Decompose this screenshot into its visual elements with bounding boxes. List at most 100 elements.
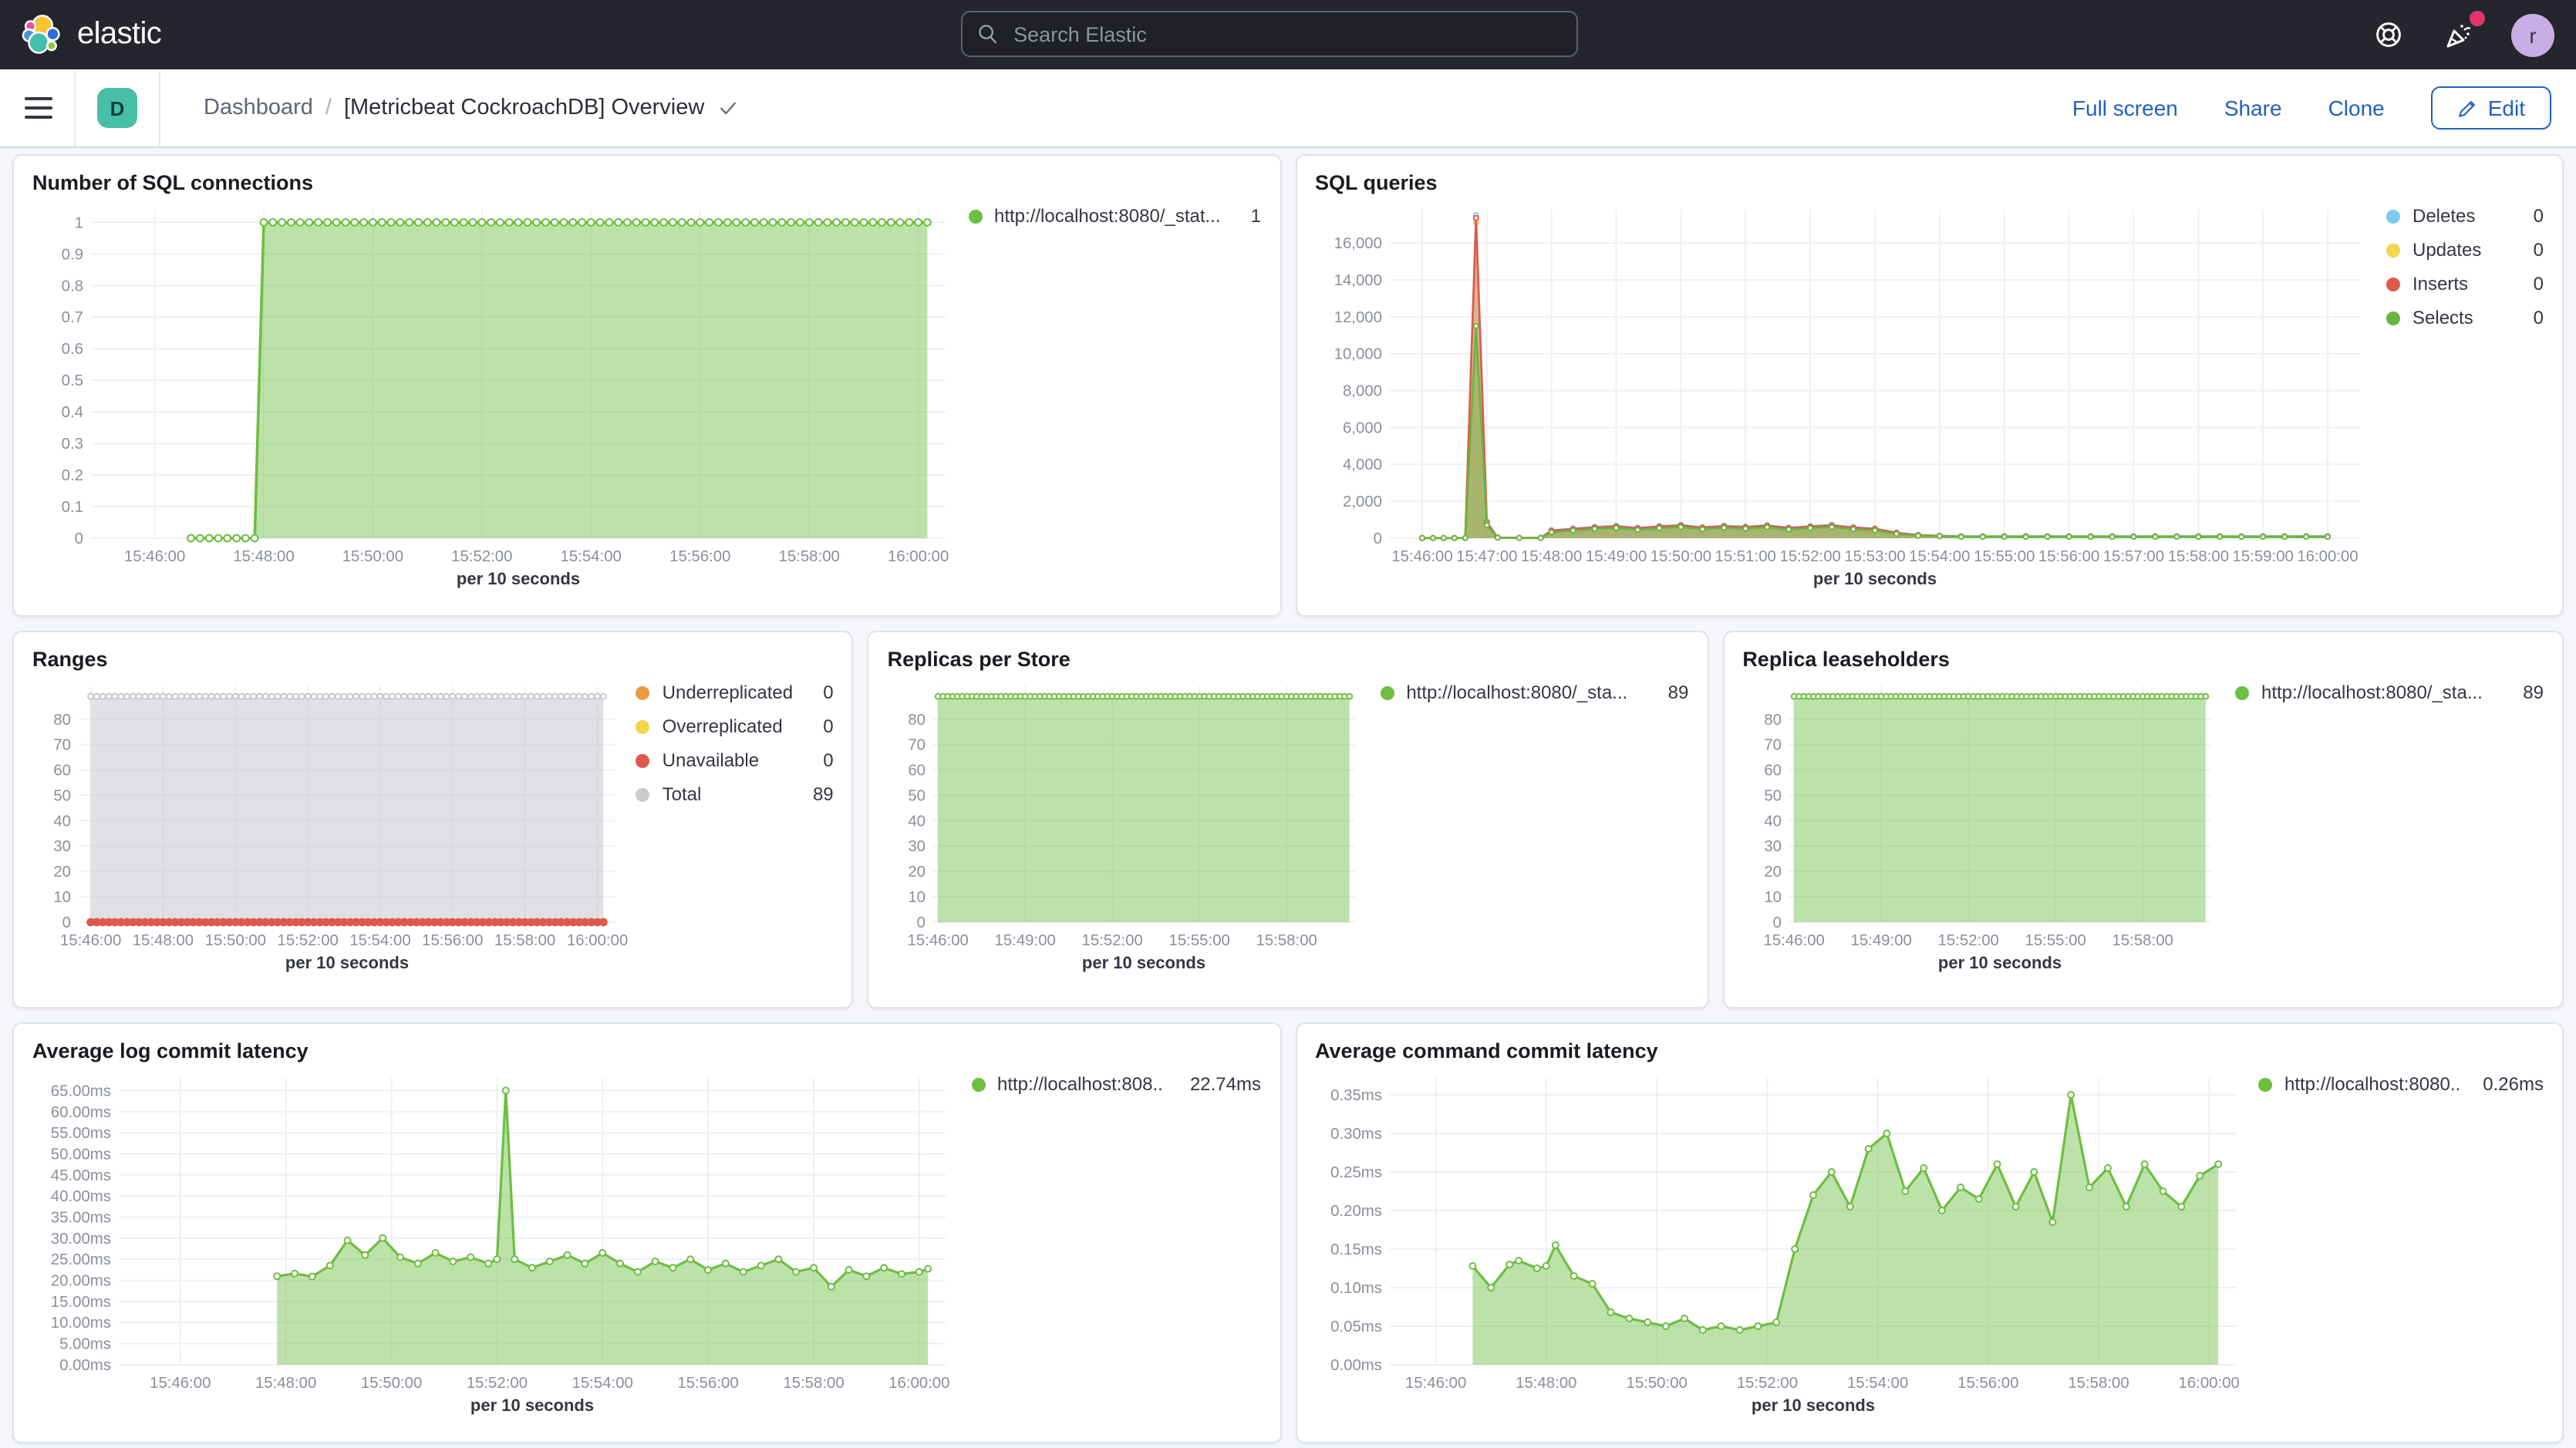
svg-text:0.1: 0.1 [62,499,83,516]
pencil-icon [2457,98,2477,118]
legend-item[interactable]: Underreplicated0 [636,682,834,703]
edit-button[interactable]: Edit [2431,86,2551,130]
panel-title: Replicas per Store [888,648,1689,671]
svg-text:15:53:00: 15:53:00 [1843,548,1904,565]
breadcrumb-separator: / [325,96,332,120]
svg-text:15:48:00: 15:48:00 [255,1375,316,1392]
breadcrumb-dashboard-link[interactable]: Dashboard [204,96,313,120]
svg-text:5.00ms: 5.00ms [59,1336,111,1353]
clone-button[interactable]: Clone [2328,96,2385,120]
legend-label: Deletes [2412,205,2475,227]
svg-text:0.3: 0.3 [62,436,83,453]
user-avatar[interactable]: r [2511,13,2554,56]
legend-item[interactable]: Overreplicated0 [636,716,834,737]
top-navigation-bar: elastic [0,0,2576,69]
svg-text:15:54:00: 15:54:00 [1846,1375,1907,1392]
chart-sql-queries[interactable]: 02,0004,0006,0008,00010,00012,00014,0001… [1315,197,2372,591]
svg-text:15:58:00: 15:58:00 [2112,932,2173,949]
svg-text:40: 40 [909,813,926,830]
svg-text:15:50:00: 15:50:00 [205,932,266,949]
legend-value: 0 [2521,205,2544,227]
svg-text:20.00ms: 20.00ms [51,1273,111,1290]
chart-replica-leaseholders[interactable]: 0102030405060708015:46:0015:49:0015:52:0… [1742,674,2222,975]
chart-sql-connections[interactable]: 00.10.20.30.40.50.60.70.80.9115:46:0015:… [32,197,958,591]
svg-text:10: 10 [1764,889,1782,906]
svg-text:per 10 seconds: per 10 seconds [1812,569,1936,588]
svg-text:0.10ms: 0.10ms [1330,1280,1381,1297]
svg-text:15:54:00: 15:54:00 [1908,548,1969,565]
svg-text:15:52:00: 15:52:00 [467,1375,528,1392]
full-screen-button[interactable]: Full screen [2072,96,2178,120]
svg-text:40: 40 [53,813,71,830]
panel-title: Average command commit latency [1315,1039,2544,1062]
search-input[interactable] [1010,21,1561,47]
legend-item[interactable]: http://localhost:8080/_stat...1 [968,205,1261,227]
legend-item[interactable]: Inserts0 [2386,273,2544,295]
legend-label: Unavailable [663,749,759,771]
svg-text:10,000: 10,000 [1334,346,1381,363]
svg-text:15:52:00: 15:52:00 [278,932,339,949]
svg-text:15:52:00: 15:52:00 [1937,932,1998,949]
legend-label: http://localhost:8080... [2284,1073,2458,1095]
chart-legend: Deletes 0 Updates0 Inserts0 Selects0 [2386,197,2544,328]
svg-text:50.00ms: 50.00ms [51,1146,111,1163]
svg-text:35.00ms: 35.00ms [51,1210,111,1227]
legend-item[interactable]: Updates0 [2386,239,2544,261]
panel-replica-leaseholders: Replica leaseholders 0102030405060708015… [1722,631,2564,1009]
dashboard-grid: Number of SQL connections 00.10.20.30.40… [0,148,2576,1443]
svg-text:30: 30 [53,838,71,855]
svg-text:70: 70 [1764,737,1782,754]
title-check-icon[interactable] [716,97,738,119]
legend-item[interactable]: Deletes 0 [2386,205,2544,227]
svg-text:15:54:00: 15:54:00 [349,932,410,949]
svg-text:0.7: 0.7 [62,309,83,326]
menu-button[interactable] [25,97,52,120]
svg-text:6,000: 6,000 [1342,419,1381,436]
legend-item[interactable]: http://localhost:8080/_sta...89 [2235,682,2544,703]
legend-item[interactable]: http://localhost:808...22.74ms [971,1073,1261,1095]
legend-item[interactable]: Unavailable0 [636,749,834,771]
elastic-logo-group[interactable]: elastic [22,14,161,56]
svg-text:16:00:00: 16:00:00 [888,548,949,565]
chart-avg-log-commit-latency[interactable]: 0.00ms5.00ms10.00ms15.00ms20.00ms25.00ms… [32,1066,958,1417]
svg-text:per 10 seconds: per 10 seconds [285,953,409,972]
legend-item[interactable]: http://localhost:8080/_sta...89 [1380,682,1688,703]
svg-text:15:46:00: 15:46:00 [908,932,969,949]
chart-replicas-per-store[interactable]: 0102030405060708015:46:0015:49:0015:52:0… [888,674,1367,975]
help-button[interactable] [2369,16,2406,53]
legend-label: Updates [2412,239,2481,261]
svg-text:40.00ms: 40.00ms [51,1188,111,1205]
svg-text:15:56:00: 15:56:00 [677,1375,738,1392]
svg-text:15:56:00: 15:56:00 [669,548,730,565]
svg-text:15:56:00: 15:56:00 [1957,1375,2018,1392]
whats-new-button[interactable] [2440,16,2477,53]
legend-item[interactable]: http://localhost:8080...0.26ms [2258,1073,2544,1095]
legend-dot-icon [2235,685,2249,699]
panel-sql-connections: Number of SQL connections 00.10.20.30.40… [12,154,1281,617]
chart-avg-command-commit-latency[interactable]: 0.00ms0.05ms0.10ms0.15ms0.20ms0.25ms0.30… [1315,1066,2248,1417]
svg-text:15:48:00: 15:48:00 [1520,548,1581,565]
svg-text:15:58:00: 15:58:00 [1256,932,1317,949]
svg-text:0.6: 0.6 [62,341,83,358]
legend-item[interactable]: Total89 [636,783,834,805]
svg-text:30: 30 [1764,838,1782,855]
panel-title: Number of SQL connections [32,171,1261,194]
space-badge[interactable]: D [97,88,137,128]
svg-text:60: 60 [909,763,926,780]
svg-text:2,000: 2,000 [1342,493,1381,510]
svg-text:25.00ms: 25.00ms [51,1251,111,1268]
legend-item[interactable]: Selects0 [2386,307,2544,328]
share-button[interactable]: Share [2224,96,2282,120]
svg-text:15:55:00: 15:55:00 [1169,932,1230,949]
svg-text:15:55:00: 15:55:00 [2025,932,2085,949]
svg-text:16:00:00: 16:00:00 [2178,1375,2239,1392]
svg-text:15:58:00: 15:58:00 [783,1375,844,1392]
legend-value: 89 [2510,682,2544,703]
svg-text:16:00:00: 16:00:00 [2296,548,2357,565]
svg-text:10.00ms: 10.00ms [51,1315,111,1332]
chart-ranges[interactable]: 0102030405060708015:46:0015:48:0015:50:0… [32,674,628,975]
svg-text:0: 0 [917,914,926,931]
global-search[interactable] [961,11,1578,57]
svg-text:10: 10 [909,889,926,906]
svg-text:15:46:00: 15:46:00 [1404,1375,1465,1392]
